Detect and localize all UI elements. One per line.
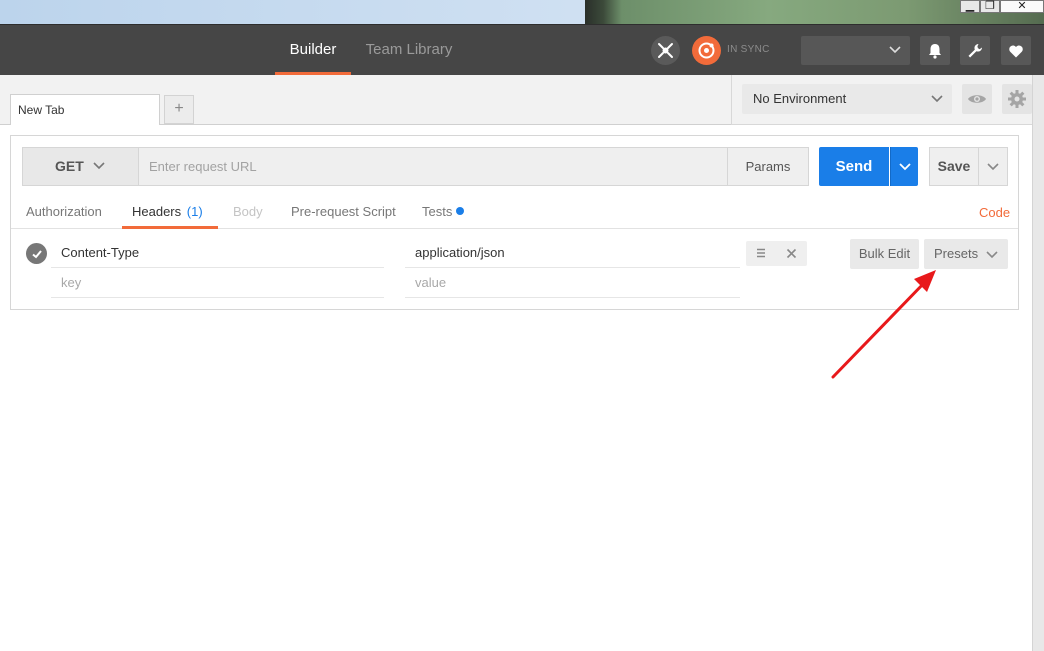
desktop-background: ▁ ❐ ✕ [0, 0, 1044, 24]
method-select-value: GET [55, 158, 84, 174]
header-value-input[interactable]: application/json [405, 238, 740, 268]
app-header: Builder Team Library IN SYNC [0, 24, 1044, 75]
close-icon[interactable] [784, 246, 798, 260]
chevron-down-icon [889, 46, 901, 54]
tab-team-library-label: Team Library [365, 41, 453, 58]
window-controls: ▁ ❐ ✕ [960, 0, 1044, 14]
chevron-down-icon [986, 251, 998, 259]
tab-headers[interactable]: Headers (1) [132, 204, 203, 228]
chevron-down-icon [987, 162, 999, 170]
header-enabled-checkbox[interactable] [26, 243, 47, 264]
tab-tests[interactable]: Tests [422, 204, 452, 228]
sync-status-text: IN SYNC [727, 44, 770, 55]
tests-indicator-dot [456, 207, 464, 215]
notifications-button[interactable] [920, 36, 950, 65]
minimize-button[interactable]: ▁ [960, 0, 980, 13]
method-select[interactable]: GET [23, 148, 139, 185]
request-tab-new[interactable]: New Tab [10, 94, 160, 125]
manage-environments-button[interactable] [1002, 84, 1032, 114]
user-dropdown[interactable] [801, 36, 910, 65]
environment-select[interactable]: No Environment [742, 84, 952, 114]
url-input[interactable] [139, 148, 728, 185]
heart-icon [1009, 45, 1023, 57]
presets-label: Presets [934, 246, 979, 261]
heart-button[interactable] [1001, 36, 1031, 65]
active-subtab-underline [122, 226, 218, 229]
tab-authorization[interactable]: Authorization [26, 204, 102, 228]
save-button[interactable]: Save [929, 147, 979, 186]
bell-icon [929, 43, 941, 59]
save-options-button[interactable] [978, 147, 1008, 186]
window-scrollbar[interactable] [1032, 75, 1044, 651]
tab-builder[interactable]: Builder [275, 25, 351, 75]
sync-icon[interactable] [692, 36, 721, 65]
maximize-button[interactable]: ❐ [980, 0, 1000, 13]
chevron-down-icon [93, 162, 105, 170]
eye-icon [968, 95, 986, 103]
params-button[interactable]: Params [727, 147, 809, 186]
url-bar: GET [22, 147, 729, 186]
menu-icon[interactable] [754, 246, 768, 260]
request-tab-strip: New Tab + No Environment [0, 75, 1044, 125]
add-tab-button[interactable]: + [164, 95, 194, 124]
send-options-button[interactable] [890, 147, 918, 186]
wrench-icon [968, 43, 983, 57]
environment-select-value: No Environment [753, 91, 847, 106]
new-header-value-input[interactable]: value [405, 268, 740, 298]
environment-quick-look-button[interactable] [962, 84, 992, 114]
header-row-actions [746, 241, 807, 266]
chevron-down-icon [898, 162, 911, 170]
checkmark-icon [31, 249, 42, 258]
annotation-arrow [831, 270, 936, 379]
headers-count-badge: (1) [186, 204, 203, 219]
interceptor-icon[interactable] [651, 36, 680, 65]
gear-icon [1008, 90, 1026, 108]
settings-button[interactable] [960, 36, 990, 65]
tab-headers-label: Headers [132, 204, 182, 219]
header-key-input[interactable]: Content-Type [51, 238, 384, 268]
send-button[interactable]: Send [819, 147, 889, 186]
request-subtabs: Authorization Headers (1) Body Pre-reque… [11, 202, 1018, 229]
new-header-key-input[interactable]: key [51, 268, 384, 298]
chevron-down-icon [931, 95, 943, 103]
request-tab-label: New Tab [18, 103, 65, 117]
tab-body[interactable]: Body [233, 204, 263, 228]
tab-builder-label: Builder [289, 41, 337, 58]
close-button[interactable]: ✕ [1000, 0, 1044, 13]
tab-team-library[interactable]: Team Library [362, 25, 456, 75]
code-link[interactable]: Code [979, 205, 1010, 220]
environment-panel: No Environment [731, 75, 1044, 125]
tab-pre-request-script[interactable]: Pre-request Script [291, 204, 396, 228]
